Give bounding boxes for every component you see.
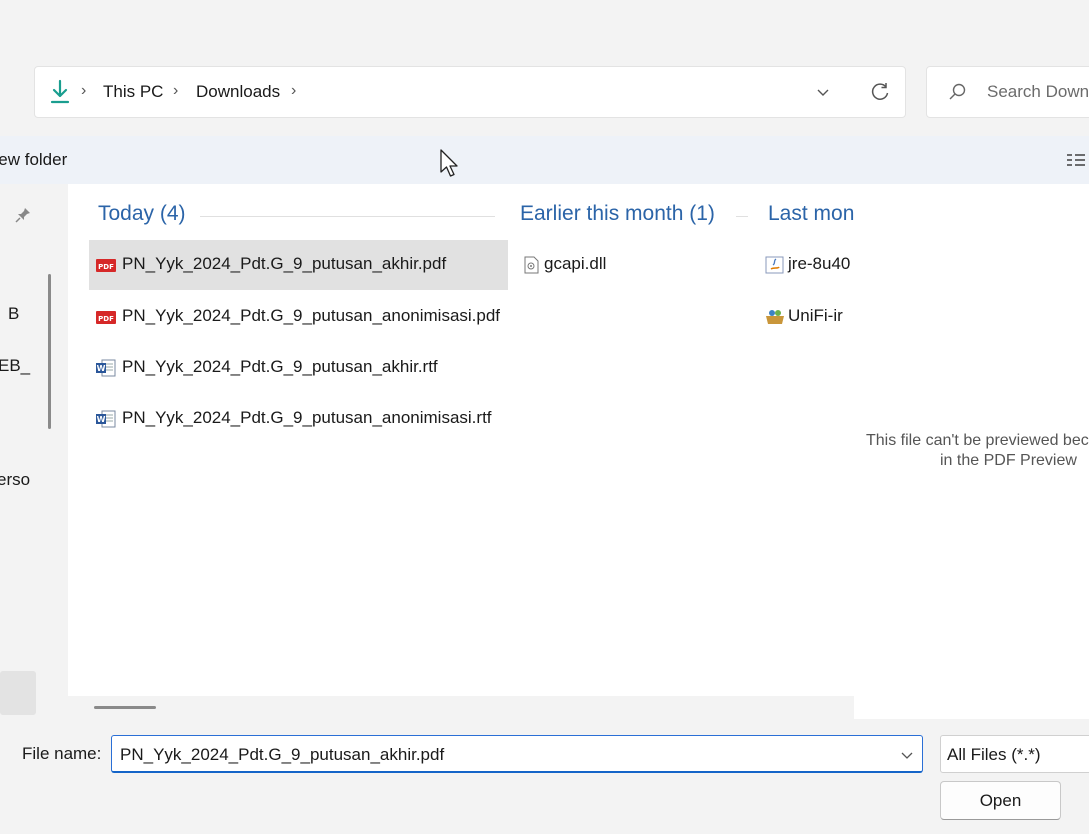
- address-bar[interactable]: › This PC › Downloads ›: [34, 66, 906, 118]
- search-box[interactable]: Search Downloads: [926, 66, 1089, 118]
- file-item[interactable]: gcapi.dll: [514, 240, 744, 290]
- download-icon: [50, 79, 70, 104]
- pdf-icon: PDF: [96, 311, 116, 324]
- new-folder-button[interactable]: New folder: [0, 150, 67, 170]
- view-details-icon[interactable]: [1066, 151, 1086, 169]
- breadcrumb-downloads[interactable]: Downloads: [196, 82, 280, 102]
- group-header-earlier-this-month[interactable]: Earlier this month (1): [520, 202, 715, 226]
- word-doc-icon: W: [96, 359, 116, 377]
- svg-text:PDF: PDF: [98, 315, 114, 323]
- pin-icon[interactable]: [14, 206, 32, 224]
- file-name-field[interactable]: PN_Yyk_2024_Pdt.G_9_putusan_akhir.pdf: [111, 735, 923, 773]
- installer-icon: [766, 310, 784, 324]
- breadcrumb-this-pc[interactable]: This PC: [103, 82, 163, 102]
- svg-text:PDF: PDF: [98, 263, 114, 271]
- horizontal-scroll-track: [68, 696, 854, 719]
- file-type-value: All Files (*.*): [947, 745, 1041, 764]
- file-name-value[interactable]: PN_Yyk_2024_Pdt.G_9_putusan_akhir.pdf: [120, 745, 444, 765]
- group-header-today[interactable]: Today (4): [98, 202, 186, 226]
- command-bar: New folder: [0, 136, 1089, 184]
- chevron-down-icon[interactable]: [900, 748, 914, 762]
- file-item[interactable]: jre-8u40: [758, 240, 854, 290]
- preview-pane: This file can't be previewed because the…: [854, 184, 1089, 719]
- chevron-right-icon[interactable]: ›: [291, 82, 296, 100]
- file-name: gcapi.dll: [544, 254, 607, 273]
- pdf-icon: PDF: [96, 259, 116, 272]
- mouse-cursor-icon: [440, 149, 458, 177]
- preview-message: This file can't be previewed because the…: [866, 432, 1089, 449]
- chevron-right-icon: ›: [81, 82, 87, 99]
- file-item[interactable]: W PN_Yyk_2024_Pdt.G_9_putusan_akhir.rtf: [89, 343, 508, 393]
- horizontal-scrollbar[interactable]: [94, 706, 156, 709]
- navigation-pane: B EB_ erso: [0, 184, 62, 719]
- java-icon: [765, 256, 784, 274]
- group-divider: [736, 216, 748, 217]
- file-item[interactable]: PDF PN_Yyk_2024_Pdt.G_9_putusan_anonimis…: [89, 292, 508, 342]
- svg-text:W: W: [97, 364, 106, 373]
- search-icon: [949, 83, 966, 100]
- file-item[interactable]: W PN_Yyk_2024_Pdt.G_9_putusan_anonimisas…: [89, 394, 508, 444]
- nav-item-label[interactable]: EB_: [0, 356, 30, 376]
- open-button[interactable]: Open: [940, 781, 1061, 820]
- search-input[interactable]: Search Downloads: [987, 82, 1089, 102]
- file-name: PN_Yyk_2024_Pdt.G_9_putusan_akhir.pdf: [122, 254, 447, 273]
- chevron-down-icon[interactable]: [815, 84, 831, 100]
- preview-message-line2: in the PDF Preview: [940, 452, 1077, 469]
- dll-icon: [524, 256, 539, 274]
- file-name: PN_Yyk_2024_Pdt.G_9_putusan_akhir.rtf: [122, 357, 438, 376]
- nav-scrollbar[interactable]: [48, 274, 51, 429]
- file-name: PN_Yyk_2024_Pdt.G_9_putusan_anonimisasi.…: [122, 306, 501, 325]
- svg-text:W: W: [97, 415, 106, 424]
- group-header-last-month[interactable]: Last month: [768, 202, 854, 226]
- word-doc-icon: W: [96, 410, 116, 428]
- file-name: UniFi-ir: [788, 306, 843, 325]
- nav-selected-item[interactable]: [0, 671, 36, 715]
- file-name: jre-8u40: [788, 254, 851, 273]
- file-name: PN_Yyk_2024_Pdt.G_9_putusan_anonimisasi.…: [122, 408, 492, 427]
- nav-item-label[interactable]: erso: [0, 470, 30, 490]
- file-list: Today (4) Earlier this month (1) Last mo…: [68, 184, 854, 719]
- file-name-label: File name:: [22, 744, 102, 763]
- refresh-icon[interactable]: [869, 81, 891, 103]
- group-divider: [200, 216, 495, 217]
- file-item[interactable]: UniFi-ir: [758, 292, 854, 342]
- nav-item-label[interactable]: B: [8, 304, 19, 324]
- file-item[interactable]: PDF PN_Yyk_2024_Pdt.G_9_putusan_akhir.pd…: [89, 240, 508, 290]
- file-type-select[interactable]: All Files (*.*): [940, 735, 1089, 773]
- chevron-right-icon: ›: [173, 82, 179, 99]
